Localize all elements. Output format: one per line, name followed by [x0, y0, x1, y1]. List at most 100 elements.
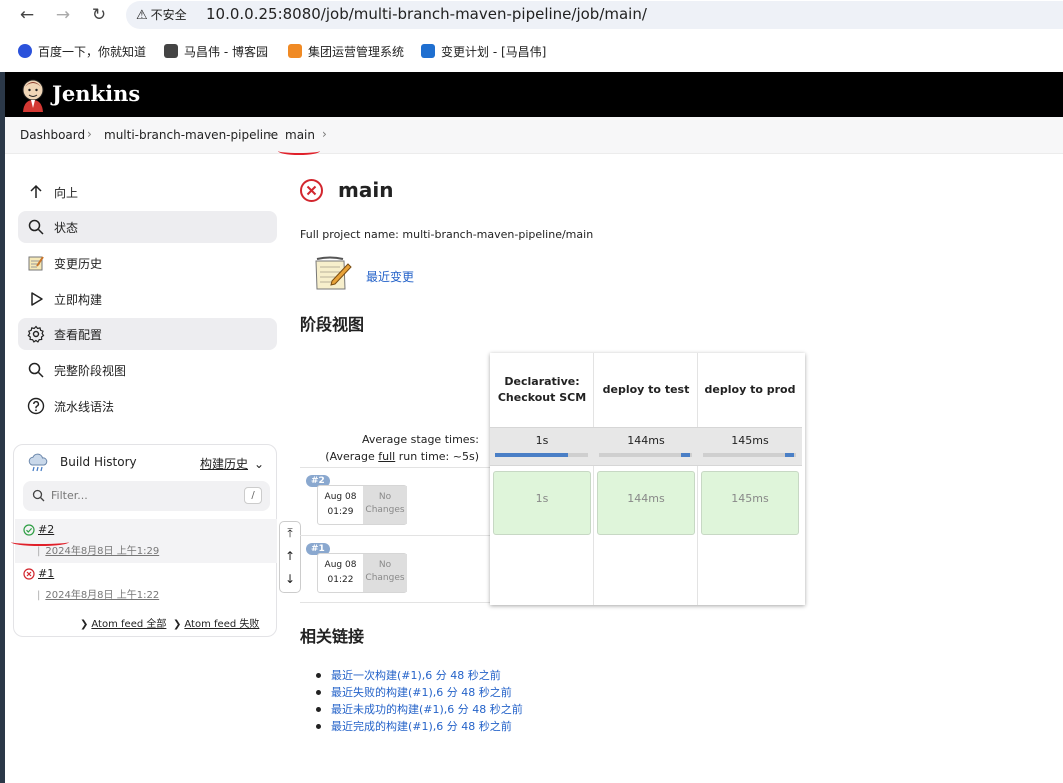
page-title: main — [338, 178, 394, 202]
search-icon — [32, 489, 45, 502]
stage-avg-cell: 145ms — [698, 427, 802, 466]
stage-avg-bar — [703, 453, 796, 457]
stage-header: deploy to prod — [704, 383, 796, 396]
weather-cloud-icon — [28, 453, 48, 472]
build-filter-input[interactable]: Filter... / — [23, 481, 270, 511]
build-row[interactable]: #1 2024年8月8日 上午1:22 — [15, 563, 277, 607]
run-month-day: Aug 08 — [324, 560, 357, 570]
bookmark-label: 集团运营管理系统 — [308, 45, 405, 59]
build-trend-link[interactable]: 构建历史 ⌄ — [200, 455, 264, 472]
related-link-last-build[interactable]: 最近一次构建(#1),6 分 48 秒之前 — [316, 667, 523, 684]
stage-avg-bar-fill — [495, 453, 568, 457]
stage-avg-bar — [495, 453, 588, 457]
task-label: 查看配置 — [54, 328, 103, 342]
bookmark-change-plan[interactable]: 变更计划 - [马昌伟] — [421, 43, 546, 60]
cnblogs-icon — [164, 44, 178, 58]
build-number-link[interactable]: #2 — [38, 523, 54, 536]
avg-stage-times-label: Average stage times: — [362, 433, 479, 446]
related-links-list: 最近一次构建(#1),6 分 48 秒之前 最近失败的构建(#1),6 分 48… — [316, 667, 523, 735]
run-row-1[interactable]: #1 Aug 08 01:22 No Changes — [300, 535, 491, 603]
run-card: Aug 08 01:29 No Changes — [317, 485, 407, 525]
task-build-now[interactable]: 立即构建 — [18, 283, 277, 315]
filter-placeholder: Filter... — [51, 489, 88, 502]
stage-column: Declarative: Checkout SCM 1s 1s — [490, 353, 594, 605]
gear-icon — [27, 325, 45, 343]
chevron-down-icon: ⌄ — [254, 457, 265, 471]
breadcrumb-dashboard[interactable]: Dashboard — [20, 128, 85, 142]
full-run-time-link[interactable]: full — [378, 450, 395, 463]
stage-view-heading: 阶段视图 — [300, 315, 365, 334]
bookmark-baidu[interactable]: 百度一下，你就知道 — [18, 43, 146, 60]
task-up[interactable]: 向上 — [18, 176, 277, 208]
related-link-last-unsuccessful[interactable]: 最近未成功的构建(#1),6 分 48 秒之前 — [316, 701, 523, 718]
bookmark-ops-system[interactable]: 集团运营管理系统 — [288, 43, 404, 60]
atom-feed-failed[interactable]: ❯ Atom feed 失败 — [173, 615, 259, 630]
success-check-icon — [23, 524, 35, 536]
run-row-2[interactable]: #2 Aug 08 01:29 No Changes — [300, 467, 491, 535]
scroll-up-icon[interactable]: ↑ — [280, 545, 300, 568]
insecure-indicator[interactable]: ⚠ 不安全 — [136, 6, 187, 23]
run-date: Aug 08 01:22 — [318, 558, 363, 588]
task-pipeline-syntax[interactable]: 流水线语法 — [18, 390, 277, 422]
stage-avg-cell: 144ms — [594, 427, 698, 466]
notepad-icon[interactable] — [312, 255, 352, 293]
avg-run-time-prefix: (Average — [325, 450, 379, 463]
ops-system-icon — [288, 44, 302, 58]
stage-avg-cell: 1s — [490, 427, 594, 466]
stage-cell-duration: 1s — [535, 492, 549, 505]
jenkins-butler-logo[interactable] — [20, 78, 46, 112]
back-arrow-icon[interactable]: ← — [16, 4, 38, 26]
atom-feed-failed-label: Atom feed 失败 — [184, 619, 260, 630]
stage-cell-duration: 144ms — [627, 492, 665, 505]
task-label: 变更历史 — [54, 257, 103, 271]
task-label: 状态 — [54, 221, 79, 235]
scroll-top-icon[interactable]: ⤒ — [280, 522, 300, 545]
warning-triangle-icon: ⚠ — [136, 8, 148, 23]
breadcrumb-pipeline[interactable]: multi-branch-maven-pipeline — [104, 128, 278, 142]
scroll-down-icon[interactable]: ↓ — [280, 568, 300, 591]
task-label: 流水线语法 — [54, 400, 115, 414]
atom-feed-all[interactable]: ❯ Atom feed 全部 — [80, 615, 166, 630]
bookmark-label: 马昌伟 - 博客园 — [184, 45, 268, 59]
confluence-icon — [421, 44, 435, 58]
stage-view-table: Declarative: Checkout SCM 1s 1s deploy t… — [490, 353, 805, 605]
stage-cell-success[interactable]: 1s — [493, 471, 591, 535]
reload-icon[interactable]: ↻ — [88, 4, 110, 26]
stage-header: deploy to test — [602, 383, 690, 396]
browser-toolbar: ← → ↻ ⚠ 不安全 10.0.0.25:8080/job/multi-bran… — [0, 0, 1063, 30]
window-edge — [0, 72, 5, 783]
stage-cell-success[interactable]: 145ms — [701, 471, 799, 535]
stage-cell-success[interactable]: 144ms — [597, 471, 695, 535]
red-annotation-mark — [11, 538, 69, 546]
red-annotation-mark — [278, 147, 320, 155]
rss-icon: ❯ — [173, 619, 182, 630]
task-label: 向上 — [54, 186, 79, 200]
breadcrumb-main[interactable]: main — [285, 128, 315, 142]
stage-column: deploy to prod 145ms 145ms — [698, 353, 802, 605]
forward-arrow-icon[interactable]: → — [52, 4, 74, 26]
url-text[interactable]: 10.0.0.25:8080/job/multi-branch-maven-pi… — [206, 5, 647, 23]
run-time: 01:29 — [327, 507, 354, 517]
bookmark-cnblogs[interactable]: 马昌伟 - 博客园 — [164, 43, 268, 60]
related-links-heading: 相关链接 — [300, 627, 365, 646]
notepad-icon — [28, 256, 44, 271]
stage-avg-bar-fill — [680, 453, 691, 457]
jenkins-title[interactable]: Jenkins — [52, 81, 140, 106]
task-view-config[interactable]: 查看配置 — [18, 318, 277, 350]
run-card: Aug 08 01:22 No Changes — [317, 553, 407, 593]
task-changes[interactable]: 变更历史 — [18, 247, 277, 279]
related-link-last-failed[interactable]: 最近失败的构建(#1),6 分 48 秒之前 — [316, 684, 523, 701]
task-status[interactable]: 状态 — [18, 211, 277, 243]
full-project-name: Full project name: multi-branch-maven-pi… — [300, 228, 594, 241]
failed-x-icon — [23, 568, 35, 580]
build-date-link[interactable]: 2024年8月8日 上午1:22 — [37, 586, 159, 601]
build-trend-label: 构建历史 — [200, 457, 249, 471]
related-link-last-completed[interactable]: 最近完成的构建(#1),6 分 48 秒之前 — [316, 718, 523, 735]
address-bar[interactable]: ⚠ 不安全 10.0.0.25:8080/job/multi-branch-mav… — [126, 1, 1063, 29]
recent-changes-link[interactable]: 最近变更 — [366, 268, 414, 285]
task-full-stage-view[interactable]: 完整阶段视图 — [18, 354, 277, 386]
stage-avg-bar-fill — [784, 453, 795, 457]
stage-header: Declarative: Checkout SCM — [497, 375, 587, 404]
build-history-title: Build History — [60, 455, 137, 469]
build-number-link[interactable]: #1 — [38, 567, 54, 580]
